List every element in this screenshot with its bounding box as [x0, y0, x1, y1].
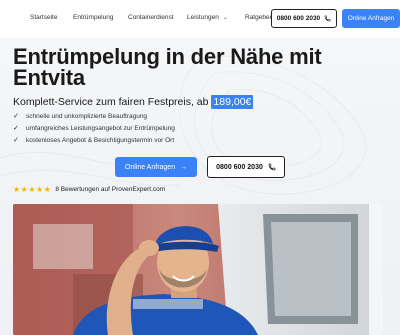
nav-leistungen[interactable]: Leistungen ⌄: [187, 14, 228, 21]
check-icon: ✓: [13, 125, 19, 132]
hero-photo: [13, 204, 383, 335]
phone-icon: [268, 163, 276, 171]
header-phone-button[interactable]: 0800 600 2030: [271, 9, 337, 28]
list-item: ✓ kostenloses Angebot & Besichtigungster…: [13, 134, 175, 146]
nav-startseite[interactable]: Startseite: [30, 14, 57, 21]
phone-icon: [324, 15, 331, 22]
header-phone-label: 0800 600 2030: [276, 15, 321, 22]
subtitle-text: Komplett-Service zum fairen Festpreis, a…: [13, 96, 209, 108]
page-title: Entrümpelung in der Nähe mit Entvita: [13, 44, 322, 90]
price-badge: 189,00€: [211, 95, 254, 109]
phone-button-label: 0800 600 2030: [216, 163, 263, 171]
chevron-down-icon: ⌄: [222, 15, 228, 21]
nav-leistungen-label: Leistungen: [187, 14, 219, 21]
benefit-text: umfangreiches Leistungsangebot zur Entrü…: [26, 124, 175, 132]
nav-entruempelung[interactable]: Entrümpelung: [73, 14, 113, 21]
list-item: ✓ schnelle und unkomplizierte Beauftragu…: [13, 110, 175, 122]
nav-ratgeber[interactable]: Ratgeber: [245, 14, 272, 21]
online-anfragen-label: Online Anfragen: [124, 163, 176, 171]
site-header: Startseite Entrümpelung Containerdienst …: [0, 0, 400, 38]
benefit-text: schnelle und unkomplizierte Beauftragung: [26, 112, 148, 120]
star-rating-icon: ★★★★★: [13, 185, 52, 194]
benefit-list: ✓ schnelle und unkomplizierte Beauftragu…: [13, 110, 175, 146]
rating-row: ★★★★★ 8 Bewertungen auf ProvenExpert.com: [13, 185, 165, 194]
header-online-anfragen-button[interactable]: Online Anfragen: [342, 9, 400, 28]
rating-link[interactable]: 8 Bewertungen auf ProvenExpert.com: [55, 186, 165, 193]
list-item: ✓ umfangreiches Leistungsangebot zur Ent…: [13, 122, 175, 134]
check-icon: ✓: [13, 113, 19, 120]
online-anfragen-button[interactable]: Online Anfragen →: [115, 157, 197, 177]
arrow-right-icon: →: [180, 163, 188, 171]
mover-photo-illustration: [13, 204, 383, 335]
nav-containerdienst[interactable]: Containerdienst: [128, 14, 174, 21]
phone-button[interactable]: 0800 600 2030: [207, 156, 285, 178]
hero-subtitle: Komplett-Service zum fairen Festpreis, a…: [13, 95, 254, 109]
benefit-text: kostenloses Angebot & Besichtigungstermi…: [26, 136, 175, 144]
check-icon: ✓: [13, 137, 19, 144]
